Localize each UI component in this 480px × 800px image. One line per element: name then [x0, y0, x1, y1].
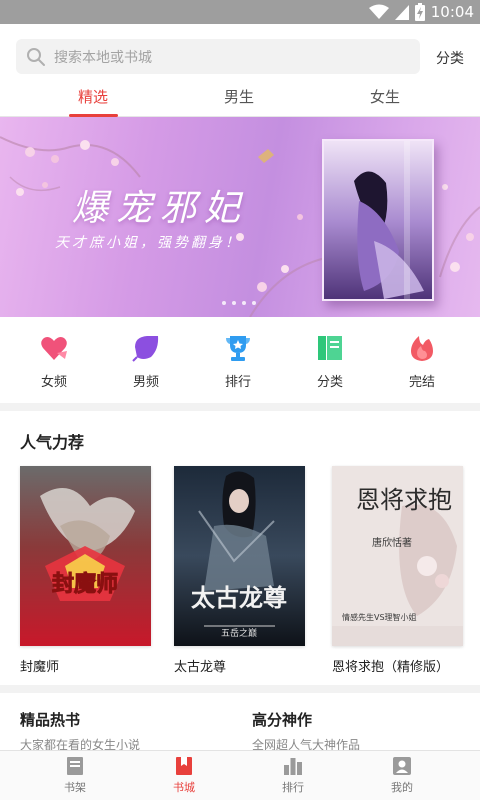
book-title: 恩将求抱（精修版） [332, 660, 450, 675]
header: 搜索本地或书城 分类 精选 男生 女生 [0, 24, 480, 117]
book-card[interactable]: 恩将求抱 情感先生VS理智小姐 唐欣恬著 恩将求抱（精修版） [332, 466, 463, 675]
nav-ranking[interactable]: 排行 [258, 755, 328, 795]
carousel-dot [242, 301, 246, 305]
bookshelf-icon [67, 757, 83, 775]
carousel-dot [222, 301, 226, 305]
book-cover-tag: 情感先生VS理智小姐 [342, 612, 417, 622]
trophy-icon [226, 336, 250, 361]
wifi-icon [368, 4, 389, 19]
banner-title: 爆宠邪妃 [72, 188, 249, 229]
search-input[interactable]: 搜索本地或书城 [16, 39, 420, 74]
nav-label: 我的 [391, 781, 413, 794]
female-heart-icon [41, 337, 67, 360]
book-title: 太古龙尊 [174, 660, 227, 675]
category-label: 女频 [40, 375, 67, 390]
nav-label: 书架 [64, 781, 86, 794]
recommend-sections: 精品热书 大家都在看的女生小说 高分神作 全网超人气大神作品 [0, 693, 480, 753]
book-title: 封魔师 [20, 660, 60, 675]
section-title: 人气力荐 [20, 433, 85, 452]
signal-icon [394, 5, 409, 20]
book-cover-title: 恩将求抱 [356, 486, 452, 514]
book-card[interactable]: 封魔师 封魔师 [20, 466, 151, 675]
nav-bookstore[interactable]: 书城 [149, 755, 219, 795]
promo-banner[interactable]: 爆宠邪妃 天才庶小姐，强势翻身！ [0, 117, 480, 317]
category-ranking[interactable]: 排行 [208, 333, 268, 390]
popular-section: 人气力荐 封魔师 封魔师 太古龙尊 五岳之巅 太古龙尊 恩将求抱 情感先生VS理… [0, 411, 480, 685]
category-label: 分类 [316, 375, 343, 390]
tab-bar: 精选 男生 女生 [0, 84, 480, 117]
tab-female[interactable]: 女生 [345, 86, 425, 107]
ranking-icon [284, 758, 302, 775]
category-female[interactable]: 女频 [24, 333, 84, 390]
nav-bookshelf[interactable]: 书架 [40, 755, 110, 795]
section-title: 精品热书 [20, 711, 81, 729]
category-label: 排行 [224, 375, 251, 390]
banner-subtitle: 天才庶小姐，强势翻身！ [55, 235, 242, 251]
bookstore-icon [176, 757, 192, 775]
profile-icon [393, 757, 411, 775]
book-cover: 封魔师 [20, 466, 151, 646]
search-placeholder: 搜索本地或书城 [54, 49, 152, 66]
status-time: 10:04 [430, 3, 474, 21]
male-leaf-icon [132, 336, 159, 362]
banner-book-cover [322, 139, 434, 301]
carousel-dot [232, 301, 236, 305]
nav-label: 书城 [173, 781, 195, 794]
category-male[interactable]: 男频 [116, 333, 176, 390]
category-label: 男频 [132, 375, 159, 390]
flame-icon [411, 336, 433, 361]
book-cover-title: 太古龙尊 [191, 583, 287, 612]
carousel-dot [252, 301, 256, 305]
tab-male[interactable]: 男生 [199, 86, 279, 107]
battery-charging-icon [414, 3, 425, 21]
category-finished[interactable]: 完结 [392, 333, 452, 390]
book-cover-author: 唐欣恬著 [372, 536, 412, 549]
book-cover-title: 封魔师 [52, 571, 118, 597]
category-classify[interactable]: 分类 [300, 333, 360, 390]
search-icon [27, 47, 45, 66]
status-bar: 10:04 [0, 0, 480, 24]
book-cover: 太古龙尊 五岳之巅 [174, 466, 305, 646]
section-title: 高分神作 [252, 711, 313, 729]
book-card[interactable]: 太古龙尊 五岳之巅 太古龙尊 [174, 466, 305, 675]
category-book-icon [318, 336, 342, 360]
section-premium-hot[interactable]: 精品热书 大家都在看的女生小说 [20, 709, 140, 753]
section-high-score[interactable]: 高分神作 全网超人气大神作品 [252, 709, 360, 753]
category-row: 女频 男频 排行 分类 完结 [0, 317, 480, 403]
category-label: 完结 [408, 375, 435, 390]
nav-profile[interactable]: 我的 [367, 755, 437, 795]
book-cover: 恩将求抱 情感先生VS理智小姐 唐欣恬著 [332, 466, 463, 646]
nav-label: 排行 [282, 781, 304, 794]
bottom-nav: 书架 书城 排行 我的 [0, 750, 480, 800]
tab-featured[interactable]: 精选 [53, 86, 133, 107]
book-cover-tag: 五岳之巅 [221, 627, 257, 639]
carousel-dots [222, 301, 256, 305]
bookstore-screen: 10:04 搜索本地或书城 分类 精选 男生 女生 爆宠邪妃 天才庶小姐，强势翻… [0, 0, 480, 800]
classify-button[interactable]: 分类 [436, 48, 464, 68]
